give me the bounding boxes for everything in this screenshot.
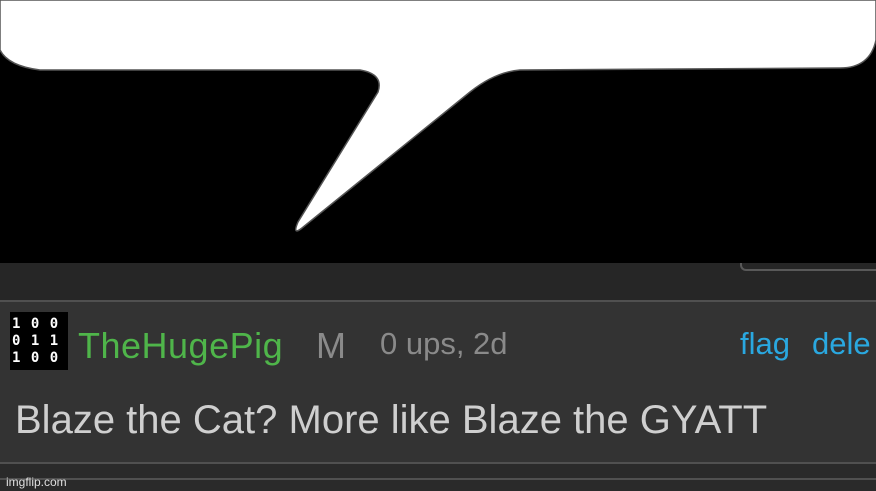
speech-bubble-image [0, 0, 876, 263]
binary-avatar-icon: 1 0 0 1 1 0 1 1 0 1 1 0 0 1 0 [12, 316, 68, 366]
flag-link[interactable]: flag [740, 324, 790, 364]
comment-card: 1 0 0 1 1 0 1 1 0 1 1 0 0 1 0 TheHugePig… [0, 300, 876, 464]
avatar[interactable]: 1 0 0 1 1 0 1 1 0 1 1 0 0 1 0 [10, 312, 68, 370]
footer-divider [0, 478, 876, 480]
speech-bubble-icon [0, 0, 876, 232]
imgflip-watermark: imgflip.com [6, 475, 67, 489]
username-link[interactable]: TheHugePig [78, 326, 283, 366]
divider-tab [740, 263, 876, 271]
delete-link[interactable]: dele [812, 324, 871, 364]
comment-meta: 0 ups, 2d [380, 326, 508, 361]
svg-text:0 1 1 0 1: 0 1 1 0 1 [12, 333, 68, 349]
svg-text:1 0 0 1 0: 1 0 0 1 0 [12, 350, 68, 366]
comment-text: Blaze the Cat? More like Blaze the GYATT [15, 398, 768, 442]
svg-text:1 0 0 1 1: 1 0 0 1 1 [12, 316, 68, 332]
gender-label: M [316, 325, 346, 366]
